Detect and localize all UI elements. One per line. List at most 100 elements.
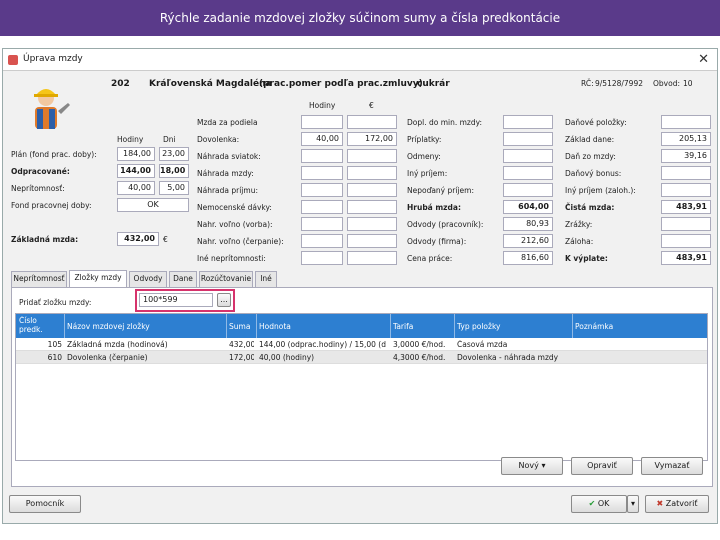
middle-row-label: Náhrada mzdy:	[197, 169, 254, 178]
middle-euro-field[interactable]	[347, 183, 397, 197]
grid-header-cell[interactable]: Tarifa	[393, 322, 453, 331]
grid-header-cell[interactable]: Poznámka	[575, 322, 706, 331]
right2-row-label: K výplate:	[565, 254, 608, 263]
middle-hours-field[interactable]	[301, 200, 343, 214]
components-grid: Číslo predk. Názov mzdovej zložky Suma Hodn…	[15, 313, 708, 461]
nepritomnost-label: Neprítomnosť:	[11, 184, 65, 193]
middle-row-label: Dovolenka:	[197, 135, 240, 144]
close-button-label: Zatvoriť	[665, 499, 698, 508]
right2-value-field[interactable]: 205,13	[661, 132, 711, 146]
close-button[interactable]: ✖ Zatvoriť	[645, 495, 709, 513]
right1-value-field[interactable]	[503, 166, 553, 180]
right2-value-field[interactable]	[661, 234, 711, 248]
right1-value-field[interactable]	[503, 115, 553, 129]
plan-days-field[interactable]: 23,00	[159, 147, 189, 161]
middle-hours-field[interactable]	[301, 217, 343, 231]
right2-row-label: Záloha:	[565, 237, 594, 246]
tab-5[interactable]: Iné	[255, 271, 277, 287]
right2-row-label: Základ dane:	[565, 135, 615, 144]
table-row[interactable]: 610 Dovolenka (čerpanie) 172,00 40,00 (hodi…	[16, 351, 707, 364]
table-row[interactable]: 105 Základná mzda (hodinová) 432,00 144,00 …	[16, 338, 707, 351]
grid-header-cell[interactable]: Číslo predk.	[19, 316, 63, 334]
right1-value-field[interactable]	[503, 132, 553, 146]
zakladna-field[interactable]: 432,00	[117, 232, 159, 246]
close-icon[interactable]: ✕	[698, 52, 709, 67]
right1-value-field[interactable]: 604,00	[503, 200, 553, 214]
edit-salary-window: Úprava mzdy ✕ 202 Kráľovenská Magdaléna …	[2, 48, 718, 524]
grid-header-cell[interactable]: Hodnota	[259, 322, 389, 331]
middle-hours-field[interactable]	[301, 183, 343, 197]
middle-hours-field[interactable]	[301, 234, 343, 248]
right2-row-label: Iný príjem (zaloh.):	[565, 186, 636, 195]
right2-value-field[interactable]	[661, 183, 711, 197]
grid-header-cell[interactable]: Typ položky	[457, 322, 571, 331]
middle-euro-field[interactable]	[347, 234, 397, 248]
help-button[interactable]: Pomocník	[9, 495, 81, 513]
add-component-label: Pridať zložku mzdy:	[19, 298, 92, 307]
fond-status-field: OK	[117, 198, 189, 212]
middle-row-label: Nahr. voľno (vorba):	[197, 220, 273, 229]
right2-value-field[interactable]	[661, 217, 711, 231]
employee-position: cukrár	[417, 79, 450, 89]
tab-3[interactable]: Dane	[169, 271, 197, 287]
new-button[interactable]: Nový ▾	[501, 457, 563, 475]
obvod-value: 10	[683, 79, 693, 88]
right2-value-field[interactable]: 39,16	[661, 149, 711, 163]
grid-header-divider	[64, 314, 65, 338]
edit-button[interactable]: Opraviť	[571, 457, 633, 475]
middle-hours-field[interactable]	[301, 115, 343, 129]
right2-value-field[interactable]	[661, 115, 711, 129]
right1-value-field[interactable]: 80,93	[503, 217, 553, 231]
middle-hours-field[interactable]	[301, 149, 343, 163]
grid-cell: Dovolenka - náhrada mzdy	[457, 353, 559, 362]
middle-euro-field[interactable]	[347, 200, 397, 214]
right2-value-field[interactable]: 483,91	[661, 251, 711, 265]
middle-hours-field[interactable]: 40,00	[301, 132, 343, 146]
grid-header-cell[interactable]: Názov mzdovej zložky	[67, 322, 225, 331]
middle-euro-field[interactable]	[347, 217, 397, 231]
middle-row-label: Náhrada sviatok:	[197, 152, 261, 161]
add-component-input[interactable]: 100*599	[139, 293, 213, 307]
right1-value-field[interactable]: 816,60	[503, 251, 553, 265]
nepritomnost-days-field[interactable]: 5,00	[159, 181, 189, 195]
grid-header-divider	[226, 314, 227, 338]
odpracovane-days-field[interactable]: 18,00	[159, 164, 189, 178]
right1-row-label: Odvody (firma):	[407, 237, 467, 246]
middle-euro-field[interactable]	[347, 149, 397, 163]
right2-value-field[interactable]: 483,91	[661, 200, 711, 214]
grid-cell: 144,00 (odprac.hodiny) / 15,00 (d	[259, 340, 386, 349]
middle-hours-field[interactable]	[301, 251, 343, 265]
tab-2[interactable]: Odvody	[129, 271, 167, 287]
dni-label: Dni	[163, 135, 176, 144]
middle-euro-field[interactable]: 172,00	[347, 132, 397, 146]
tab-0[interactable]: Neprítomnosť	[11, 271, 67, 287]
browse-button[interactable]: ...	[217, 293, 231, 307]
middle-euro-field[interactable]	[347, 166, 397, 180]
nepritomnost-hours-field[interactable]: 40,00	[117, 181, 155, 195]
grid-cell: 3,0000 €/hod.	[393, 340, 446, 349]
window-title: Úprava mzdy	[23, 54, 83, 64]
grid-header: Číslo predk. Názov mzdovej zložky Suma Hodn…	[16, 314, 707, 338]
grid-header-cell[interactable]: Suma	[229, 322, 255, 331]
right1-row-label: Odmeny:	[407, 152, 441, 161]
ok-button-label: OK	[597, 499, 610, 508]
right2-value-field[interactable]	[661, 166, 711, 180]
middle-hours-field[interactable]	[301, 166, 343, 180]
employee-contract: (prac.pomer podľa prac.zmluvy)	[259, 79, 423, 89]
middle-euro-field[interactable]	[347, 115, 397, 129]
middle-row-label: Mzda za podiela	[197, 118, 258, 127]
tab-4[interactable]: Rozúčtovanie	[199, 271, 253, 287]
middle-row-label: Náhrada príjmu:	[197, 186, 258, 195]
middle-euro-field[interactable]	[347, 251, 397, 265]
plan-hours-field[interactable]: 184,00	[117, 147, 155, 161]
delete-button[interactable]: Vymazať	[641, 457, 703, 475]
employee-name: Kráľovenská Magdaléna	[149, 79, 272, 89]
odpracovane-hours-field[interactable]: 144,00	[117, 164, 155, 178]
ok-dropdown-button[interactable]: ▾	[627, 495, 639, 513]
right1-value-field[interactable]	[503, 149, 553, 163]
tab-1[interactable]: Zložky mzdy	[69, 270, 127, 287]
ok-button[interactable]: ✔ OK	[571, 495, 627, 513]
right1-value-field[interactable]: 212,60	[503, 234, 553, 248]
right1-value-field[interactable]	[503, 183, 553, 197]
grid-header-divider	[256, 314, 257, 338]
